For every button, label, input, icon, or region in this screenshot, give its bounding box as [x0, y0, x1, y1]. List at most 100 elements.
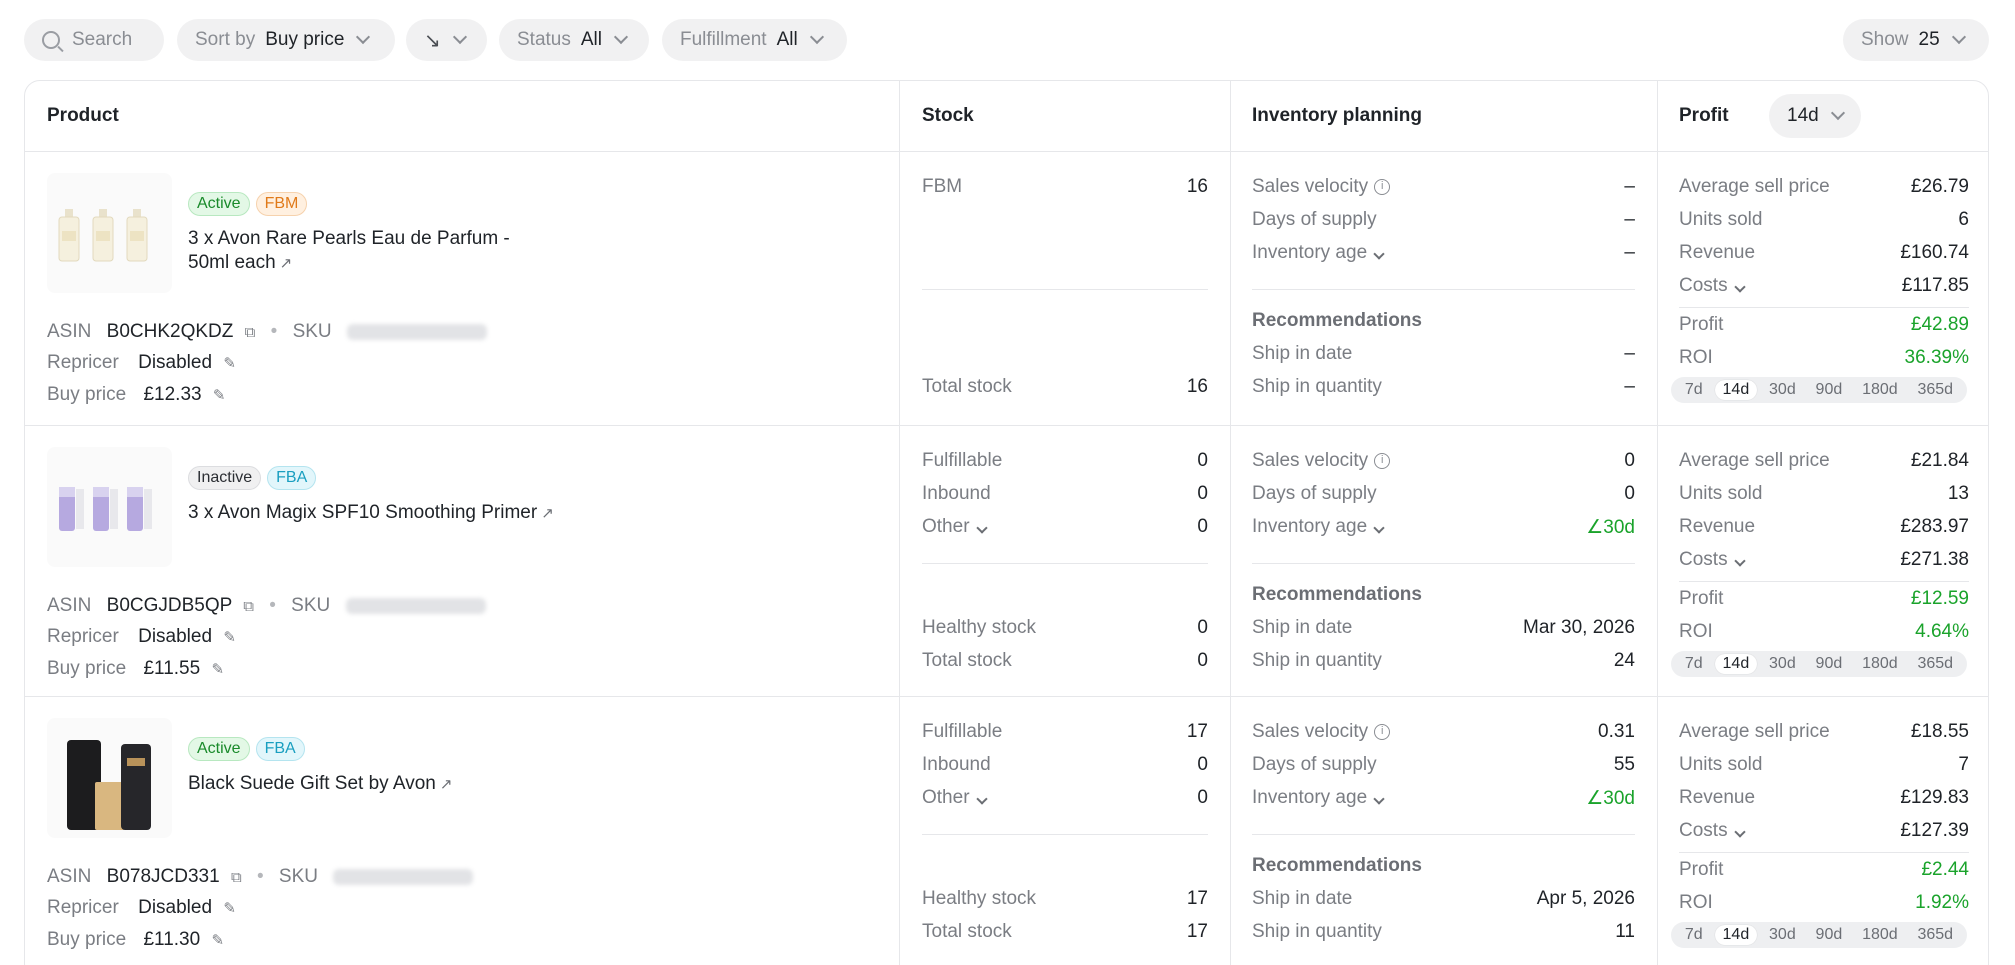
period-option-365d[interactable]: 365d [1909, 654, 1961, 674]
period-option-30d[interactable]: 30d [1761, 925, 1804, 945]
period-option-180d[interactable]: 180d [1854, 380, 1906, 400]
info-icon[interactable]: i [1374, 452, 1391, 469]
period-option-14d[interactable]: 14d [1714, 380, 1758, 400]
period-option-30d[interactable]: 30d [1761, 380, 1804, 400]
costs-label[interactable]: Costs [1679, 549, 1746, 571]
costs-value: £117.85 [1901, 275, 1969, 296]
stock-healthy-label: Healthy stock [922, 888, 1037, 909]
channel-badge: FBA [267, 466, 317, 490]
edit-icon[interactable]: ✎ [211, 661, 224, 678]
stock-inbound-label: Inbound [922, 483, 991, 504]
fulfillment-dropdown[interactable]: Fulfillment All [662, 19, 847, 61]
period-option-365d[interactable]: 365d [1909, 380, 1961, 400]
product-title-link[interactable]: 3 x Avon Rare Pearls Eau de Parfum - 50m… [188, 227, 510, 276]
copy-icon[interactable]: ⧉ [231, 869, 242, 886]
info-icon[interactable]: i [1374, 723, 1391, 740]
edit-icon[interactable]: ✎ [223, 629, 236, 646]
inventory-age-toggle[interactable]: Inventory age [1252, 242, 1385, 264]
products-table: Product Stock Inventory planning Profit … [24, 80, 1989, 965]
inventory-age-toggle[interactable]: Inventory age [1252, 787, 1385, 809]
stock-fulfillable-label: Fulfillable [922, 721, 1003, 742]
period-option-7d[interactable]: 7d [1677, 925, 1711, 945]
ship-in-date-value: Mar 30, 2026 [1523, 617, 1635, 638]
chevron-down-icon [975, 793, 988, 805]
page-size-dropdown[interactable]: Show 25 [1843, 19, 1989, 61]
inventory-age-toggle[interactable]: Inventory age [1252, 516, 1385, 538]
search-input[interactable]: Search [24, 19, 164, 61]
profit-period-dropdown[interactable]: 14d [1769, 94, 1861, 138]
stock-total-label: Total stock [922, 650, 1012, 671]
days-of-supply-value: 55 [1613, 754, 1635, 775]
ship-in-quantity-value: – [1624, 376, 1635, 397]
period-option-14d[interactable]: 14d [1714, 925, 1758, 945]
revenue-value: £283.97 [1900, 516, 1969, 537]
ship-in-quantity-value: 11 [1615, 921, 1635, 942]
roi-label: ROI [1679, 892, 1713, 913]
period-option-30d[interactable]: 30d [1761, 654, 1804, 674]
row-divider [25, 696, 1988, 697]
avg-sell-price-label: Average sell price [1679, 176, 1830, 197]
product-image[interactable] [47, 718, 172, 838]
repricer-line: Repricer Disabled ✎ [47, 897, 236, 918]
header-inventory-planning[interactable]: Inventory planning [1252, 105, 1422, 127]
product-image[interactable] [47, 173, 172, 293]
product-badges: Active FBA [188, 737, 311, 761]
asin-sku-line: ASIN B078JCD331 ⧉ • SKU [47, 866, 474, 888]
ship-in-quantity-label: Ship in quantity [1252, 376, 1382, 397]
copy-icon[interactable]: ⧉ [245, 324, 256, 341]
costs-label[interactable]: Costs [1679, 820, 1746, 842]
stock-healthy-label: Healthy stock [922, 617, 1037, 638]
stock-fulfillable-value: 17 [1186, 721, 1208, 742]
period-option-180d[interactable]: 180d [1854, 654, 1906, 674]
stock-total-value: 17 [1186, 921, 1208, 942]
period-option-14d[interactable]: 14d [1714, 654, 1758, 674]
stock-healthy-value: 17 [1186, 888, 1208, 909]
period-option-90d[interactable]: 90d [1808, 380, 1851, 400]
sort-dropdown[interactable]: Sort by Buy price [177, 19, 395, 61]
copy-icon[interactable]: ⧉ [243, 598, 254, 615]
status-badge: Inactive [188, 466, 262, 490]
edit-icon[interactable]: ✎ [213, 387, 226, 404]
stock-other-value: 0 [1197, 516, 1208, 537]
period-option-90d[interactable]: 90d [1808, 654, 1851, 674]
product-badges: Inactive FBA [188, 466, 322, 490]
edit-icon[interactable]: ✎ [223, 900, 236, 917]
info-icon[interactable]: i [1374, 178, 1391, 195]
chevron-down-icon [809, 29, 824, 45]
status-dropdown[interactable]: Status All [499, 19, 649, 61]
header-product[interactable]: Product [47, 105, 119, 127]
product-title-link[interactable]: Black Suede Gift Set by Avon ↗ [188, 772, 452, 797]
period-option-7d[interactable]: 7d [1677, 654, 1711, 674]
header-stock[interactable]: Stock [922, 105, 974, 127]
sort-direction-dropdown[interactable]: ↘ [406, 19, 487, 61]
period-option-365d[interactable]: 365d [1909, 925, 1961, 945]
sku-redacted [346, 323, 487, 340]
chevron-down-icon [1373, 522, 1385, 534]
period-selector: 7d 14d 30d 90d 180d 365d [1671, 377, 1967, 403]
stock-other-label[interactable]: Other [922, 516, 988, 538]
channel-badge: FBM [255, 192, 308, 216]
edit-icon[interactable]: ✎ [211, 932, 224, 949]
product-image[interactable] [47, 447, 172, 567]
product-title-link[interactable]: 3 x Avon Magix SPF10 Smoothing Primer ↗ [188, 501, 554, 526]
ship-in-quantity-value: 24 [1613, 650, 1635, 671]
units-sold-label: Units sold [1679, 209, 1763, 230]
edit-icon[interactable]: ✎ [223, 355, 236, 372]
profit-value: £42.89 [1910, 314, 1969, 335]
period-option-7d[interactable]: 7d [1677, 380, 1711, 400]
period-option-180d[interactable]: 180d [1854, 925, 1906, 945]
stock-other-label[interactable]: Other [922, 787, 988, 809]
avg-sell-price-value: £18.55 [1910, 721, 1969, 742]
units-sold-value: 13 [1947, 483, 1969, 504]
profit-label: Profit [1679, 314, 1724, 335]
ship-in-quantity-label: Ship in quantity [1252, 921, 1382, 942]
stock-healthy-value: 0 [1197, 617, 1208, 638]
period-option-90d[interactable]: 90d [1808, 925, 1851, 945]
stock-fulfillable-label: Fulfillable [922, 450, 1003, 471]
asin-value: B0CHK2QKDZ [106, 321, 234, 342]
roi-value: 4.64% [1915, 621, 1969, 642]
asin-value: B0CGJDB5QP [106, 595, 232, 616]
stock-total-value: 0 [1197, 650, 1208, 671]
costs-label[interactable]: Costs [1679, 275, 1746, 297]
days-of-supply-value: – [1624, 209, 1635, 230]
